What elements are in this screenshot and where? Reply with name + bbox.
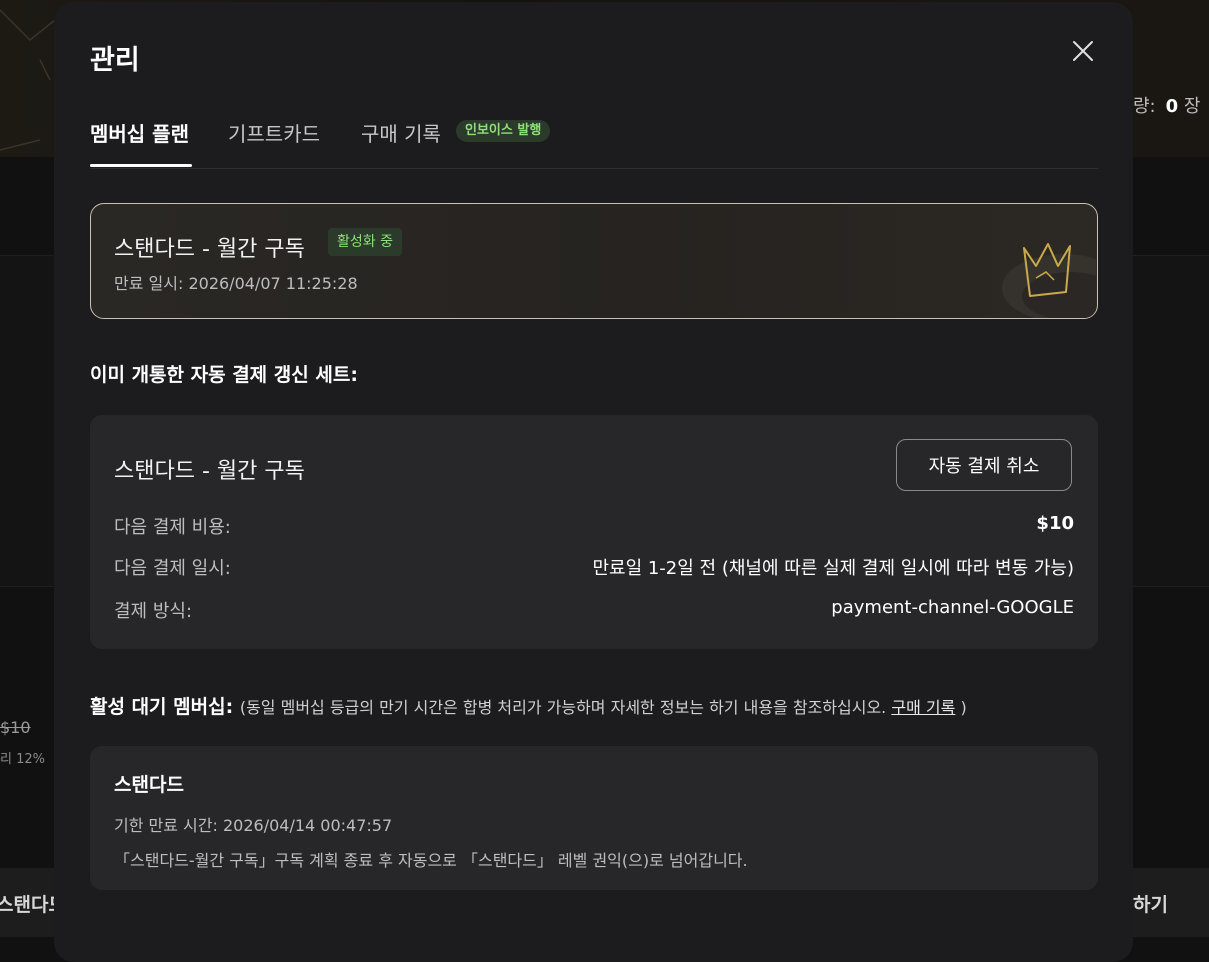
purchase-history-link[interactable]: 구매 기록 xyxy=(891,698,955,717)
tab-gift-card[interactable]: 기프트카드 xyxy=(228,118,320,147)
auto-renew-plan-name: 스탠다드 - 월간 구독 xyxy=(114,459,305,484)
tab-bar: 멤버십 플랜 기프트카드 구매 기록 인보이스 발행 xyxy=(90,114,1098,169)
manage-modal: 관리 멤버십 플랜 기프트카드 구매 기록 인보이스 발행 스탠다드 - 월간 … xyxy=(54,2,1133,962)
tab-purchase-history[interactable]: 구매 기록 xyxy=(361,118,441,147)
status-badge: 활성화 중 xyxy=(328,228,402,256)
current-plan-expiry: 만료 일시: 2026/04/07 11:25:28 xyxy=(114,274,358,293)
pending-membership-card: 스탠다드 기한 만료 시간: 2026/04/14 00:47:57 「스탠다드… xyxy=(90,746,1098,890)
pending-section-note: (동일 멤버십 등급의 만기 시간은 합병 처리가 가능하며 자세한 정보는 하… xyxy=(239,698,967,717)
modal-title: 관리 xyxy=(90,45,140,76)
cancel-auto-payment-button[interactable]: 자동 결제 취소 xyxy=(896,439,1072,491)
next-payment-amount-label: 다음 결제 비용: xyxy=(114,517,231,538)
auto-renew-card: 스탠다드 - 월간 구독 자동 결제 취소 다음 결제 비용: $10 다음 결… xyxy=(90,415,1098,649)
close-icon xyxy=(1073,41,1093,61)
background-bottom-right-button[interactable]: 하기 xyxy=(1133,868,1209,937)
pending-section-title: 활성 대기 멤버십: (동일 멤버십 등급의 만기 시간은 합병 처리가 가능하… xyxy=(90,696,967,718)
next-payment-amount-value: $10 xyxy=(1036,513,1074,534)
background-bottom-left-button[interactable]: 스탠다드 xyxy=(0,868,66,937)
current-plan-card: 스탠다드 - 월간 구독 활성화 중 만료 일시: 2026/04/07 11:… xyxy=(90,203,1098,319)
current-plan-name: 스탠다드 - 월간 구독 xyxy=(114,237,305,262)
close-button[interactable] xyxy=(1066,34,1100,68)
background-discount: 리 12% xyxy=(0,752,45,767)
background-decoration-icon xyxy=(0,9,56,151)
pending-membership-description: 「스탠다드-월간 구독」구독 계획 종료 후 자동으로 「스탠다드」 레벨 권익… xyxy=(114,851,748,870)
payment-method-label: 결제 방식: xyxy=(114,601,193,622)
tab-membership-plan[interactable]: 멤버십 플랜 xyxy=(90,118,189,147)
payment-method-value: payment-channel-GOOGLE xyxy=(831,597,1074,618)
crown-icon xyxy=(1002,243,1096,318)
active-tab-indicator xyxy=(90,164,192,167)
next-payment-date-value: 만료일 1-2일 전 (채널에 따른 실제 결제 일시에 따라 변동 가능) xyxy=(592,558,1074,579)
next-payment-date-label: 다음 결제 일시: xyxy=(114,558,231,579)
pending-membership-name: 스탠다드 xyxy=(114,774,184,796)
background-price: $10 xyxy=(0,718,31,737)
pending-membership-expiry: 기한 만료 시간: 2026/04/14 00:47:57 xyxy=(114,816,393,835)
background-quantity: 량: 0 장 xyxy=(1133,96,1201,117)
auto-renew-section-title: 이미 개통한 자동 결제 갱신 세트: xyxy=(90,364,358,386)
invoice-badge[interactable]: 인보이스 발행 xyxy=(456,120,551,142)
